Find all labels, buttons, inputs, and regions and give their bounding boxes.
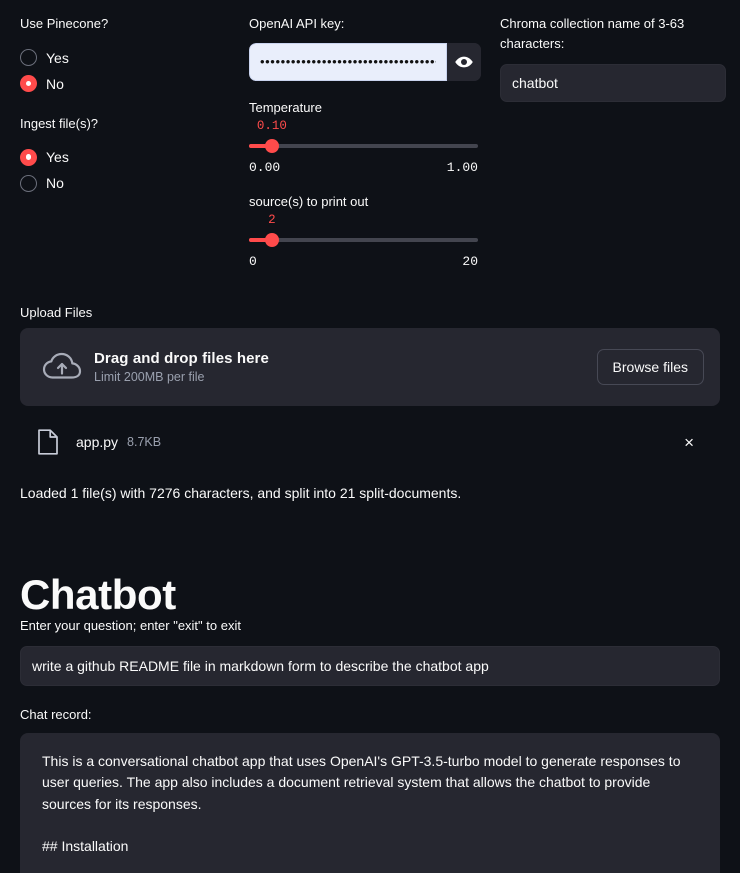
chroma-collection-input[interactable] [500, 64, 726, 103]
page-title: Chatbot [20, 571, 176, 619]
remove-file-button[interactable]: × [680, 430, 698, 455]
slider-track [249, 237, 478, 242]
api-key-input[interactable] [249, 42, 447, 81]
sources-label: source(s) to print out [249, 193, 369, 209]
options-column: Use Pinecone? Yes No Ingest file(s)? Yes [20, 14, 230, 269]
uploaded-file-row: app.py 8.7KB × [20, 424, 720, 460]
toggle-api-key-visibility-button[interactable] [447, 42, 481, 81]
pinecone-option-yes[interactable]: Yes [20, 45, 230, 71]
temperature-slider[interactable] [249, 137, 478, 155]
slider-thumb[interactable] [264, 138, 279, 153]
document-icon [20, 429, 76, 455]
pinecone-radio-group[interactable]: Yes No [20, 45, 230, 97]
dropzone-limit: Limit 200MB per file [94, 370, 205, 384]
sources-range: 0 20 [249, 254, 478, 269]
chroma-collection-label: Chroma collection name of 3-63 character… [500, 16, 685, 52]
api-key-field-wrap [249, 42, 481, 81]
cloud-upload-icon [36, 352, 88, 382]
temperature-min: 0.00 [249, 159, 281, 175]
uploaded-file-size: 8.7KB [127, 435, 162, 449]
eye-icon [454, 52, 474, 72]
ingest-option-no-label: No [46, 175, 64, 191]
slider-thumb[interactable] [264, 232, 279, 247]
api-key-label: OpenAI API key: [249, 16, 345, 31]
slider-track [249, 143, 478, 148]
ingest-option-yes-label: Yes [46, 149, 69, 165]
sources-slider-block: source(s) to print out 2 0 20 [249, 194, 478, 269]
chroma-column: Chroma collection name of 3-63 character… [500, 14, 726, 269]
dropzone-title: Drag and drop files here [94, 350, 269, 367]
sources-value-wrap: 2 [249, 213, 478, 229]
question-field-label: Enter your question; enter "exit" to exi… [20, 618, 241, 633]
temperature-label: Temperature [249, 99, 322, 115]
radio-on-icon [20, 148, 37, 166]
radio-off-icon [20, 174, 37, 192]
load-status-message: Loaded 1 file(s) with 7276 characters, a… [20, 485, 462, 501]
file-dropzone[interactable]: Drag and drop files here Limit 200MB per… [20, 328, 720, 406]
pinecone-option-no[interactable]: No [20, 71, 230, 97]
chat-record-paragraph: ## Installation [42, 837, 129, 854]
pinecone-question-label: Use Pinecone? [20, 16, 109, 31]
pinecone-option-no-label: No [46, 75, 64, 92]
chat-record-paragraph: This is a conversational chatbot app tha… [42, 753, 681, 812]
ingest-question-label: Ingest file(s)? [20, 115, 99, 131]
temperature-range: 0.00 1.00 [249, 160, 478, 175]
upload-section: Upload Files Drag and drop files here Li… [20, 305, 720, 406]
sources-min: 0 [249, 253, 257, 269]
chat-record-label: Chat record: [20, 707, 92, 722]
settings-columns: Use Pinecone? Yes No Ingest file(s)? Yes [20, 14, 726, 269]
radio-on-icon [20, 75, 37, 92]
sources-value: 2 [268, 212, 276, 227]
upload-files-label: Upload Files [20, 305, 93, 320]
ingest-option-no[interactable]: No [20, 170, 230, 196]
app-root: Use Pinecone? Yes No Ingest file(s)? Yes [0, 0, 740, 873]
pinecone-option-yes-label: Yes [46, 49, 69, 66]
temperature-value-wrap: 0.10 [249, 119, 478, 135]
radio-off-icon [20, 49, 37, 66]
browse-files-button[interactable]: Browse files [596, 349, 704, 385]
sources-max: 20 [462, 253, 478, 269]
chat-record-panel: This is a conversational chatbot app tha… [20, 733, 720, 873]
temperature-max: 1.00 [446, 159, 478, 175]
dropzone-text: Drag and drop files here Limit 200MB per… [94, 350, 597, 384]
uploaded-file-name: app.py [76, 434, 119, 450]
ingest-option-yes[interactable]: Yes [20, 144, 230, 170]
temperature-slider-block: Temperature 0.10 0.00 1.00 [249, 100, 478, 175]
sources-slider[interactable] [249, 231, 478, 249]
ingest-radio-group[interactable]: Yes No [20, 144, 230, 196]
model-settings-column: OpenAI API key: Temperature 0.10 [249, 14, 481, 269]
question-input[interactable] [20, 646, 720, 686]
temperature-value: 0.10 [256, 118, 287, 133]
